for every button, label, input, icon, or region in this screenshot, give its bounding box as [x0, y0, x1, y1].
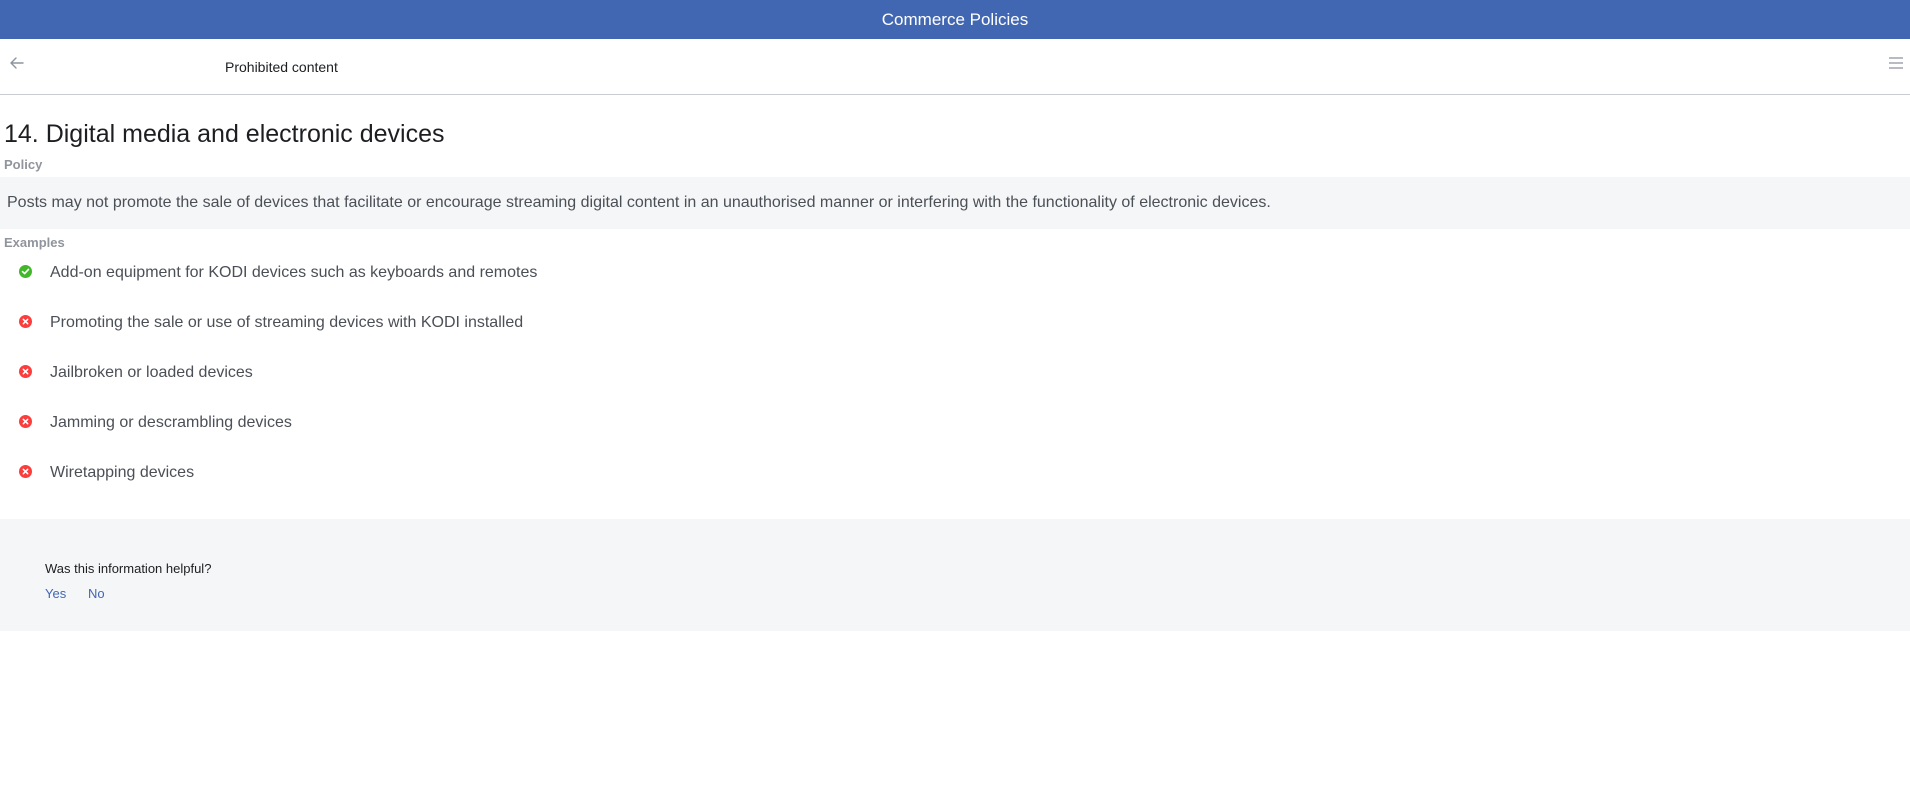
example-text: Wiretapping devices — [50, 464, 195, 481]
example-text: Add-on equipment for KODI devices such a… — [50, 264, 538, 281]
example-text: Promoting the sale or use of streaming d… — [50, 314, 524, 331]
example-text: Jailbroken or loaded devices — [50, 364, 253, 381]
check-circle-icon — [19, 265, 32, 278]
example-item: Wiretapping devices — [0, 452, 1910, 502]
policy-box: Posts may not promote the sale of device… — [0, 177, 1910, 229]
feedback-yes-link[interactable]: Yes — [45, 586, 66, 601]
example-item: Jamming or descrambling devices — [0, 402, 1910, 452]
policy-text: Posts may not promote the sale of device… — [7, 194, 1271, 211]
x-circle-icon — [19, 315, 32, 328]
example-text: Jamming or descrambling devices — [50, 414, 292, 431]
example-item: Jailbroken or loaded devices — [0, 352, 1910, 402]
examples-list: Add-on equipment for KODI devices such a… — [0, 252, 1910, 502]
top-bar: Commerce Policies — [0, 0, 1910, 39]
arrow-left-icon — [10, 56, 24, 74]
hamburger-menu-icon — [1889, 56, 1903, 74]
policy-label: Policy — [4, 157, 43, 172]
x-circle-icon — [19, 465, 32, 478]
example-item: Promoting the sale or use of streaming d… — [0, 302, 1910, 352]
section-title: Prohibited content — [225, 59, 338, 75]
menu-button[interactable] — [1886, 55, 1906, 75]
sub-navigation: Prohibited content — [0, 39, 1910, 95]
feedback-panel: Was this information helpful? Yes No — [0, 519, 1910, 631]
feedback-no-link[interactable]: No — [88, 586, 105, 601]
examples-label: Examples — [4, 235, 65, 250]
app-title: Commerce Policies — [881, 9, 1029, 29]
x-circle-icon — [19, 365, 32, 378]
page-title: 14. Digital media and electronic devices — [4, 120, 445, 148]
feedback-question: Was this information helpful? — [45, 561, 212, 576]
back-button[interactable] — [6, 53, 28, 77]
example-item: Add-on equipment for KODI devices such a… — [0, 252, 1910, 302]
x-circle-icon — [19, 415, 32, 428]
